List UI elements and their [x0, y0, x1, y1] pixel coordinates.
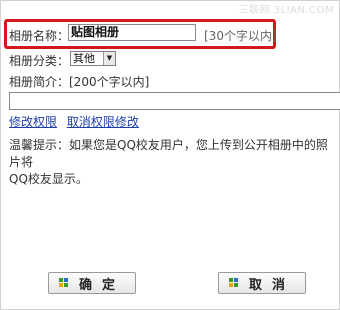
album-desc-label: 相册简介：[200个字以内] [9, 75, 150, 89]
cancel-button-label: 取消 [248, 277, 295, 293]
watermark: 三联网 3LIAN.COM [238, 5, 334, 16]
album-category-select[interactable]: 其他 ▼ [70, 51, 116, 66]
album-category-label: 相册分类： [9, 54, 70, 68]
album-category-value: 其他 [73, 52, 95, 65]
cancel-permission-link[interactable]: 取消权限修改 [67, 115, 139, 129]
album-name-label: 相册名称： [9, 29, 70, 43]
modify-permission-link[interactable]: 修改权限 [9, 115, 57, 129]
tip-line-2: QQ校友显示。 [9, 172, 88, 186]
album-name-input[interactable]: 贴图相册 [68, 24, 196, 41]
grid-icon [228, 278, 239, 288]
album-desc-input[interactable] [9, 92, 340, 110]
grid-icon [58, 278, 69, 288]
tip-text: 温馨提示：如果您是QQ校友用户，您上传到公开相册中的照片将 QQ校友显示。 [9, 137, 339, 188]
ok-button[interactable]: 确定 [48, 272, 136, 294]
tip-line-1: 温馨提示：如果您是QQ校友用户，您上传到公开相册中的照片将 [9, 138, 328, 169]
album-name-hint: [30个字以内] [204, 29, 277, 43]
permission-links: 修改权限 取消权限修改 [9, 113, 145, 130]
cancel-button[interactable]: 取消 [218, 272, 306, 294]
dropdown-arrow-icon[interactable]: ▼ [103, 52, 115, 65]
ok-button-label: 确定 [78, 277, 125, 293]
